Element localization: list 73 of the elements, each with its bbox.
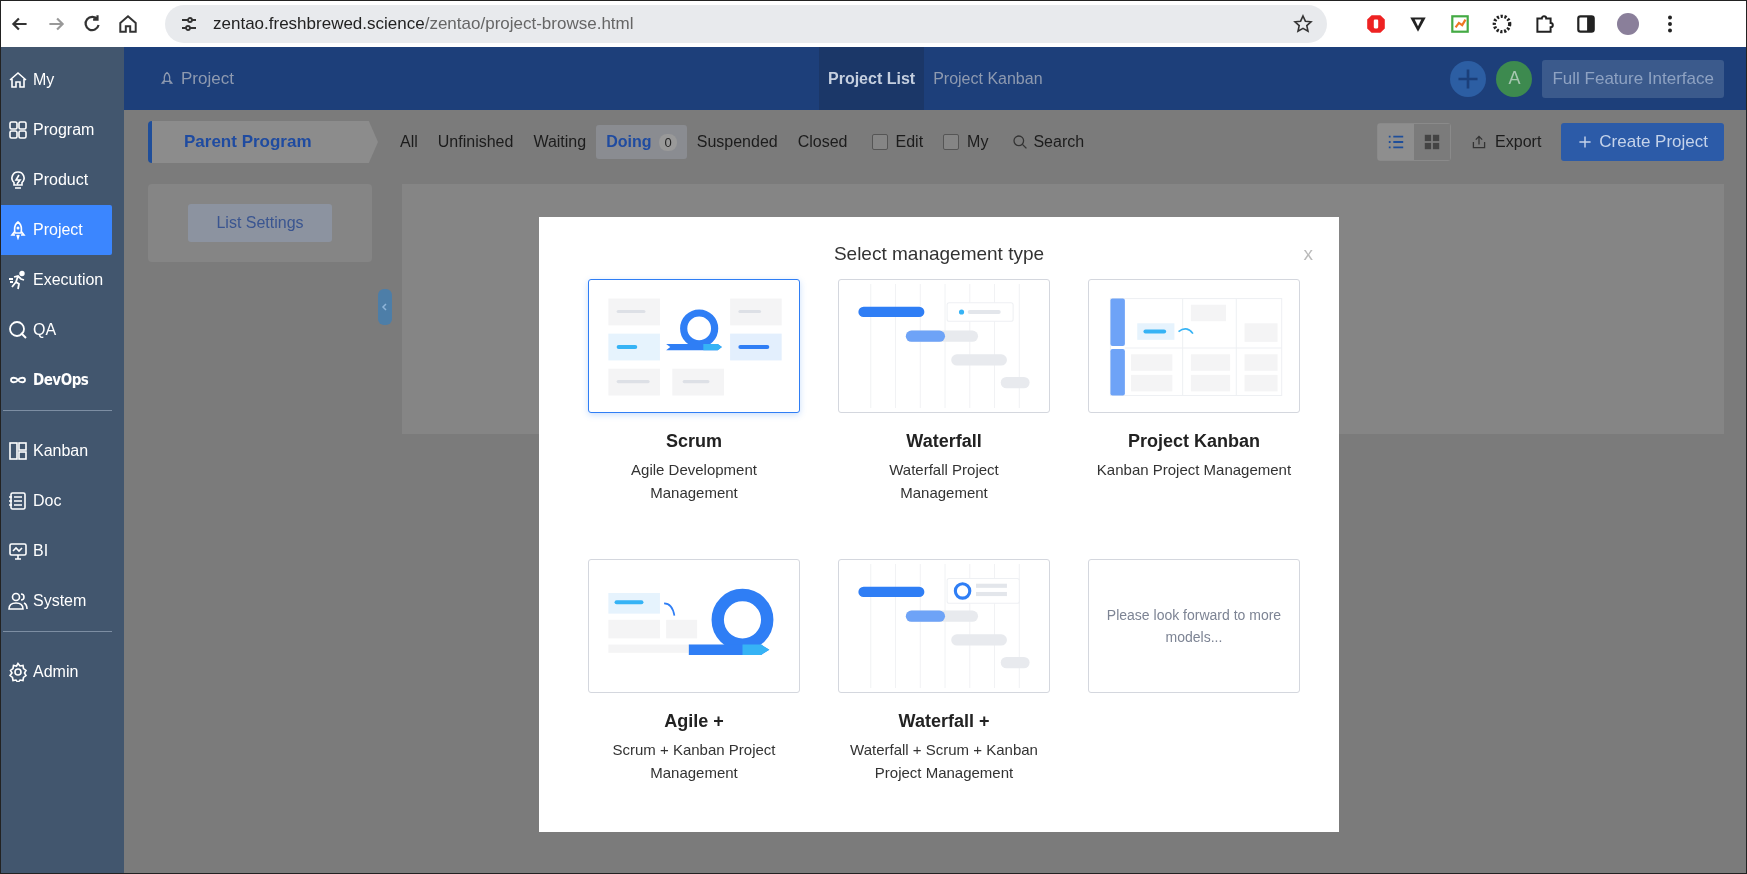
rocket-icon <box>159 70 175 87</box>
user-avatar[interactable]: A <box>1496 60 1533 97</box>
chart-icon[interactable] <box>1449 13 1471 35</box>
lightbulb-icon <box>8 170 28 190</box>
board-icon <box>8 441 28 461</box>
nav-tab[interactable]: Project Kanban <box>924 47 1052 110</box>
option-title: Waterfall <box>906 431 982 452</box>
users-icon <box>8 591 28 611</box>
option-card[interactable] <box>588 279 800 413</box>
puzzle-icon[interactable] <box>1533 13 1555 35</box>
grid-icon <box>1423 133 1442 151</box>
filter-tab[interactable]: Suspended <box>686 125 788 159</box>
option-description: Kanban Project Management <box>1095 460 1293 480</box>
monitor-icon <box>8 541 28 561</box>
option-description: Scrum + Kanban Project Management <box>611 740 777 784</box>
filter-tab[interactable]: Unfinished <box>427 125 524 159</box>
option-description: Agile Development Management <box>630 460 758 504</box>
profile-avatar-icon[interactable] <box>1617 13 1639 35</box>
settings-icon <box>8 662 28 682</box>
dialog-title: Select management type <box>833 243 1045 265</box>
site-settings-icon[interactable] <box>179 14 199 34</box>
full-feature-interface-button[interactable]: Full Feature Interface <box>1542 59 1724 98</box>
export-icon <box>1471 134 1488 150</box>
sidebar-item[interactable]: Doc <box>1 476 112 526</box>
breadcrumb-link[interactable]: Project <box>159 68 234 89</box>
magnifier-icon <box>8 320 28 340</box>
list-view-button[interactable] <box>1378 124 1415 160</box>
home-icon <box>8 70 28 90</box>
option-description: Waterfall + Scrum + Kanban Project Management <box>849 740 1039 784</box>
list-settings-button[interactable]: List Settings <box>188 204 332 242</box>
sidebar-item[interactable]: My <box>1 55 112 105</box>
sidebar-item[interactable]: Project <box>1 205 112 255</box>
search-icon <box>1012 134 1029 150</box>
url-text: zentao.freshbrewed.science/zentao/project-browse.html <box>213 14 635 34</box>
export-button[interactable]: Export <box>1465 132 1548 152</box>
filter-tab[interactable]: Waiting <box>523 125 597 159</box>
runner-icon <box>8 270 28 290</box>
search-link[interactable]: Search <box>1012 133 1085 151</box>
option-title: Agile + <box>664 711 724 732</box>
filter-tab[interactable]: All <box>390 125 428 159</box>
sidebar-item[interactable]: Kanban <box>1 426 112 476</box>
star-icon[interactable] <box>1293 14 1313 34</box>
document-icon <box>8 491 28 511</box>
sidebar-item[interactable]: QA <box>1 305 112 355</box>
checkbox-option[interactable]: My <box>943 133 989 151</box>
option-title: Scrum <box>666 431 722 452</box>
filter-tab[interactable]: Closed <box>787 125 858 159</box>
plus-icon <box>1577 134 1594 150</box>
sidebar-item[interactable]: Execution <box>1 255 112 305</box>
grid-icon <box>8 120 28 140</box>
create-project-button[interactable]: Create Project <box>1561 123 1724 161</box>
list-icon <box>1387 133 1406 151</box>
sidebar-item[interactable]: DevOps <box>1 355 112 405</box>
home-icon[interactable] <box>117 13 139 35</box>
sidebar-item[interactable]: Admin <box>1 647 112 697</box>
more-models-card: Please look forward to more models... <box>1088 559 1300 693</box>
checkbox-option[interactable]: Edit <box>871 133 924 151</box>
sidebar-item[interactable]: BI <box>1 526 112 576</box>
option-title: Project Kanban <box>1128 431 1260 452</box>
rocket-icon <box>8 220 28 240</box>
sidebar-item[interactable]: System <box>1 576 112 626</box>
checkbox[interactable] <box>943 134 960 150</box>
side-panel-icon[interactable] <box>1575 13 1597 35</box>
collapse-handle[interactable] <box>378 289 392 325</box>
sidebar-item[interactable]: Product <box>1 155 112 205</box>
option-description: Waterfall Project Management <box>888 460 1000 504</box>
sidebar-item[interactable]: Program <box>1 105 112 155</box>
address-bar[interactable]: zentao.freshbrewed.science/zentao/project-browse.html <box>165 5 1327 43</box>
nav-tab[interactable]: Project List <box>819 47 925 110</box>
checkbox[interactable] <box>871 134 888 150</box>
filter-tab[interactable]: Doing 0 <box>596 125 687 159</box>
parent-program-tab[interactable]: Parent Program <box>148 121 378 163</box>
option-title: Waterfall + <box>898 711 990 732</box>
